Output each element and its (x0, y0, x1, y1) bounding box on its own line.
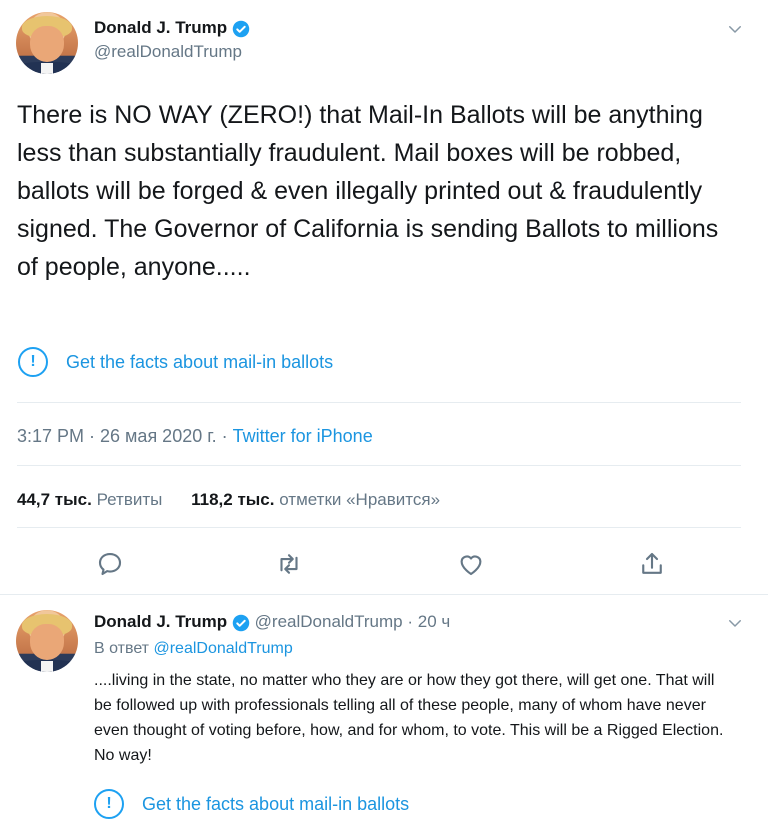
chevron-down-icon[interactable] (726, 20, 744, 38)
tweet-meta: 3:17 PM · 26 мая 2020 г. · Twitter for i… (17, 426, 373, 447)
fact-check-label[interactable]: Get the facts about mail-in ballots (66, 352, 333, 373)
reply-author-name[interactable]: Donald J. Trump (94, 612, 227, 631)
likes-stat[interactable]: 118,2 тыс. отметки «Нравится» (191, 490, 440, 509)
heart-icon[interactable] (456, 549, 486, 579)
chevron-down-icon[interactable] (726, 614, 744, 632)
verified-badge-icon (232, 614, 250, 631)
retweet-icon[interactable] (274, 549, 304, 579)
in-reply-prefix: В ответ (94, 640, 150, 657)
reply-age[interactable]: 20 ч (418, 612, 451, 631)
author-name[interactable]: Donald J. Trump (94, 18, 227, 37)
tweet-stats: 44,7 тыс. Ретвиты 118,2 тыс. отметки «Нр… (17, 490, 440, 510)
reply-text: ....living in the state, no matter who t… (94, 672, 724, 764)
divider (17, 402, 741, 403)
reply-icon[interactable] (95, 549, 125, 579)
share-icon[interactable] (637, 549, 667, 579)
reply-fact-check-link[interactable]: ! Get the facts about mail-in ballots (94, 789, 409, 819)
verified-badge-icon (232, 20, 249, 38)
retweets-label: Ретвиты (96, 490, 163, 509)
in-reply-handle[interactable]: @realDonaldTrump (153, 640, 292, 657)
reply-fact-check-label[interactable]: Get the facts about mail-in ballots (142, 794, 409, 815)
likes-count: 118,2 тыс. (191, 490, 275, 509)
info-icon: ! (18, 347, 48, 377)
reply-author-avatar[interactable] (16, 610, 78, 672)
tweet-timestamp[interactable]: 3:17 PM · 26 мая 2020 г. (17, 426, 217, 446)
retweets-count: 44,7 тыс. (17, 490, 92, 509)
author-avatar[interactable] (16, 12, 78, 74)
likes-label: отметки «Нравится» (279, 490, 441, 509)
fact-check-link[interactable]: ! Get the facts about mail-in ballots (18, 347, 333, 377)
divider (17, 527, 741, 528)
reply-dot: · (407, 612, 414, 631)
divider (0, 594, 768, 595)
author-handle[interactable]: @realDonaldTrump (94, 42, 250, 62)
reply-header: Donald J. Trump @realDonaldTrump · 20 ч (94, 612, 450, 632)
meta-separator: · (221, 426, 228, 446)
author-info: Donald J. Trump @realDonaldTrump (94, 18, 250, 62)
info-icon: ! (94, 789, 124, 819)
reply-author-handle[interactable]: @realDonaldTrump (255, 612, 403, 631)
divider (17, 465, 741, 466)
retweets-stat[interactable]: 44,7 тыс. Ретвиты (17, 490, 167, 509)
in-reply-to: В ответ @realDonaldTrump (94, 640, 293, 658)
tweet-text: There is NO WAY (ZERO!) that Mail-In Bal… (17, 101, 719, 281)
tweet-source[interactable]: Twitter for iPhone (233, 426, 373, 446)
